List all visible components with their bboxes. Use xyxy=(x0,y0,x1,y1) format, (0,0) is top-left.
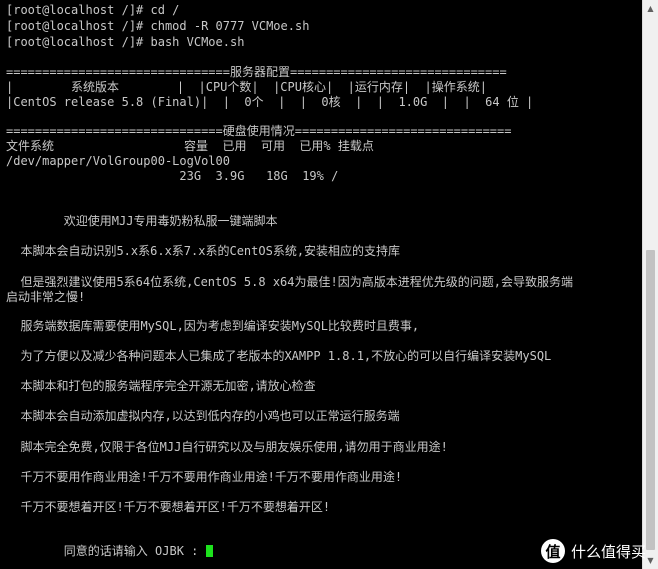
terminal-line: 为了方便以及减少各种问题本人已集成了老版本的XAMPP 1.8.1,不放心的可以… xyxy=(6,349,552,363)
terminal-line: 千万不要用作商业用途!千万不要用作商业用途!千万不要用作商业用途! xyxy=(6,470,403,484)
terminal-line: 欢迎使用MJJ专用毒奶粉私服一键端脚本 xyxy=(6,214,278,228)
terminal-line: 启动非常之慢! xyxy=(6,290,86,304)
terminal-line: [root@localhost /]# chmod -R 0777 VCMoe.… xyxy=(6,19,310,33)
terminal-prompt-line[interactable]: 同意的话请输入 OJBK : xyxy=(6,544,213,558)
watermark-text: 什么值得买 xyxy=(570,542,646,561)
terminal-line: 但是强烈建议使用5系64位系统,CentOS 5.8 x64为最佳!因为高版本进… xyxy=(6,275,573,289)
terminal-line: ===============================服务器配置====… xyxy=(6,65,507,79)
terminal-line: 服务端数据库需要使用MySQL,因为考虑到编译安装MySQL比较费时且费事, xyxy=(6,319,420,333)
terminal-line: 文件系统 容量 已用 可用 已用% 挂载点 xyxy=(6,139,374,153)
terminal-line: [root@localhost /]# cd / xyxy=(6,3,180,17)
watermark: 值 什么值得买 xyxy=(540,539,646,563)
terminal-line: |CentOS release 5.8 (Final)| | 0个 | | 0核… xyxy=(6,95,534,109)
terminal-line: | 系统版本 | |CPU个数| |CPU核心| |运行内存| |操作系统| xyxy=(6,80,487,94)
terminal-line: 本脚本和打包的服务端程序完全开源无加密,请放心检查 xyxy=(6,379,316,393)
smzdm-logo-icon: 值 xyxy=(540,539,565,563)
terminal-line: 本脚本会自动识别5.x系6.x系7.x系的CentOS系统,安装相应的支持库 xyxy=(6,244,401,258)
terminal-line: /dev/mapper/VolGroup00-LogVol00 xyxy=(6,154,230,168)
terminal-line: 23G 3.9G 18G 19% / xyxy=(6,169,339,183)
text-cursor xyxy=(205,545,213,557)
terminal-line: 本脚本会自动添加虚拟内存,以达到低内存的小鸡也可以正常运行服务端 xyxy=(6,409,400,423)
scroll-up-icon[interactable]: ▲ xyxy=(643,0,658,17)
terminal-window[interactable]: [root@localhost /]# cd / [root@localhost… xyxy=(0,0,642,569)
scrollbar-thumb[interactable] xyxy=(646,250,655,550)
terminal-line: 脚本完全免费,仅限于各位MJJ自行研究以及与朋友娱乐使用,请勿用于商业用途! xyxy=(6,440,448,454)
terminal-line: 千万不要想着开区!千万不要想着开区!千万不要想着开区! xyxy=(6,500,331,514)
terminal-line: [root@localhost /]# bash VCMoe.sh xyxy=(6,35,245,49)
terminal-line: ==============================硬盘使用情况====… xyxy=(6,124,512,138)
prompt-text: 同意的话请输入 OJBK : xyxy=(6,544,206,558)
vertical-scrollbar[interactable]: ▲ ▼ xyxy=(642,0,658,569)
